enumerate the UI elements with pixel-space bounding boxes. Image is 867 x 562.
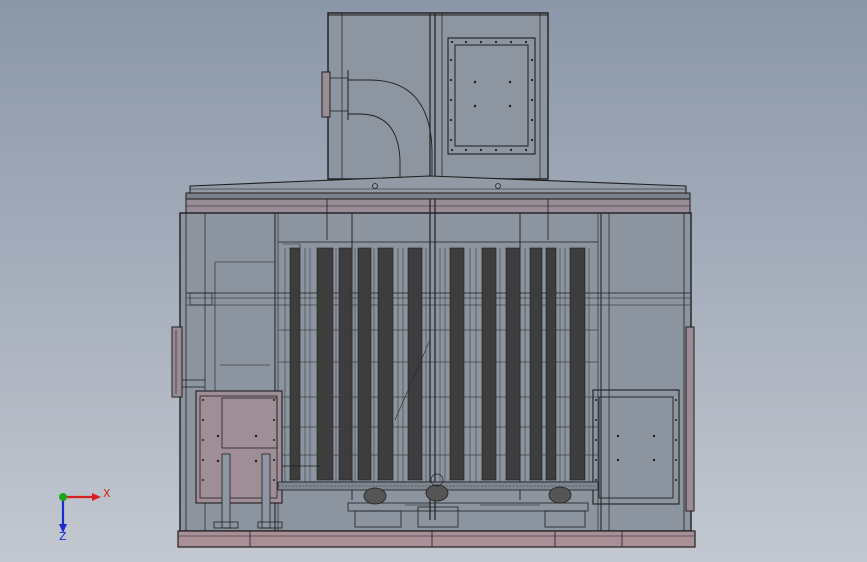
base-frame [177,530,696,548]
roof-cover [185,175,691,214]
axis-y-dot [59,493,67,501]
cad-viewport[interactable]: X Z [0,0,867,562]
axis-x-label: X [103,487,111,500]
axis-z-label: Z [59,530,67,543]
axis-triad [59,490,101,533]
model-drawing [59,12,696,548]
side-outlet-flange [685,326,695,512]
